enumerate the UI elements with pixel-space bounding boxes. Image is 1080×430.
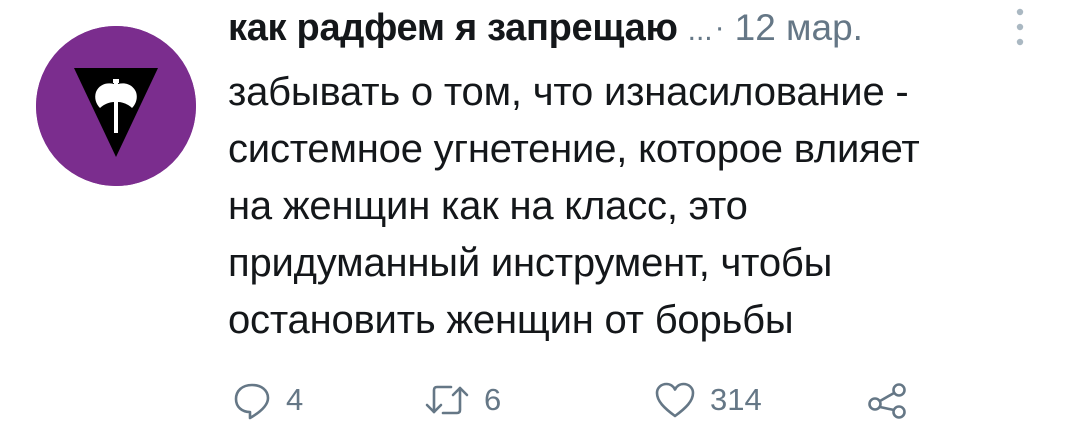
tweet-text-line: забывать о том, что изнасилование - — [228, 70, 909, 114]
avatar[interactable] — [36, 26, 196, 186]
retweet-icon — [425, 385, 469, 415]
tweet-text-line: на женщин как на класс, это — [228, 184, 748, 228]
tweet-date[interactable]: 12 мар. — [735, 7, 863, 49]
like-button[interactable]: 314 — [654, 376, 762, 424]
heart-icon — [655, 382, 695, 418]
tweet-card[interactable]: как радфем я запрещаю ... · 12 мар. забы… — [0, 0, 1080, 430]
tweet-text-line: остановить женщин от борьбы — [228, 298, 794, 342]
tweet-actions: 4 6 314 — [228, 376, 1008, 424]
tweet-text-line: системное угнетение, которое влияет — [228, 127, 920, 171]
tweet-text: забывать о том, что изнасилование - сист… — [228, 64, 1048, 349]
separator-dot: · — [714, 11, 725, 44]
share-button[interactable] — [866, 376, 910, 424]
retweet-button[interactable]: 6 — [424, 376, 501, 424]
reply-button[interactable]: 4 — [232, 376, 303, 424]
like-count: 314 — [710, 382, 762, 417]
tweet-header: как радфем я запрещаю ... · 12 мар. — [228, 0, 1028, 56]
author-name[interactable]: как радфем я запрещаю — [228, 7, 678, 50]
retweet-count: 6 — [484, 382, 502, 417]
tweet-text-line: придуманный инструмент, чтобы — [228, 241, 833, 285]
share-icon — [868, 383, 906, 419]
labrys-triangle-icon — [36, 26, 196, 186]
author-handle[interactable]: ... — [688, 14, 713, 48]
reply-icon — [234, 383, 270, 420]
vertical-ellipsis-icon — [1016, 8, 1024, 46]
reply-count: 4 — [286, 382, 304, 417]
more-options-button[interactable] — [1008, 4, 1032, 50]
